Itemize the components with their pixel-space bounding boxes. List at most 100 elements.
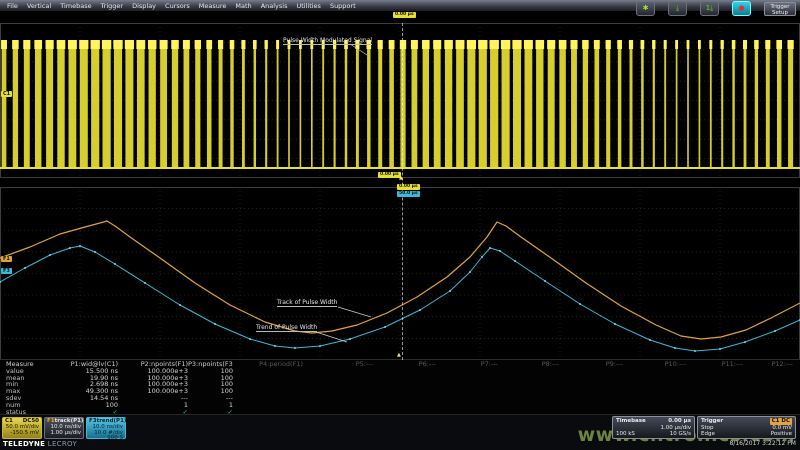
track-trend-grid[interactable] xyxy=(0,187,800,360)
measure-num-p1: 100 xyxy=(48,402,118,409)
divider-badge-cyan[interactable]: 50.0 μs xyxy=(397,191,420,197)
measure-row-label-min: min xyxy=(6,381,48,388)
f1-hdiv: 1.00 μs/div xyxy=(47,431,81,437)
measure-mean-p3: 100 xyxy=(188,375,233,382)
f3-descriptor-box[interactable]: F3 trend(P1) 10.0 ns/div 10.0 #/div 100 … xyxy=(86,417,126,439)
measure-mean-p11 xyxy=(686,375,743,382)
menu-item-measure[interactable]: Measure xyxy=(199,2,227,10)
measure-num-p6 xyxy=(373,402,436,409)
measure-row-label-sdev: sdev xyxy=(6,395,48,402)
measure-max-p8 xyxy=(498,388,559,395)
track-trend-plot[interactable] xyxy=(0,187,800,360)
measure-sdev-p1: 14.54 ns xyxy=(48,395,118,402)
measure-col-header-p4[interactable]: P4:period(F1) xyxy=(233,361,303,368)
record-icon[interactable]: ● xyxy=(732,1,751,16)
pwm-grid[interactable] xyxy=(0,23,800,178)
f1-channel-marker[interactable]: F1 xyxy=(1,256,12,262)
measure-num-p5 xyxy=(303,402,373,409)
menu-item-support[interactable]: Support xyxy=(330,2,356,10)
measure-num-p4 xyxy=(233,402,303,409)
measure-max-p1: 49.300 ns xyxy=(48,388,118,395)
track-annotation: Track of Pulse Width xyxy=(277,299,337,307)
status-bar: C1 DC50 50.0 mV/div -150.5 mV F1 track(P… xyxy=(0,414,800,450)
trigger-type: Edge xyxy=(701,431,715,438)
measure-value-p9 xyxy=(559,368,623,375)
menu-item-utilities[interactable]: Utilities xyxy=(296,2,320,10)
measure-col-header-p9[interactable]: P9:--- xyxy=(559,361,623,368)
divider-badge-yellow[interactable]: 0.00 μs xyxy=(378,172,401,178)
measure-sdev-p6 xyxy=(373,395,436,402)
f3-samples: 100 S xyxy=(89,436,123,442)
trigger-marker-bottom-icon: ▲ xyxy=(397,353,401,358)
menu-item-cursors[interactable]: Cursors xyxy=(165,2,190,10)
measure-col-header-p8[interactable]: P8:--- xyxy=(498,361,559,368)
menu-item-file[interactable]: File xyxy=(7,2,18,10)
measure-col-header-p2[interactable]: P2:npoints(F1) xyxy=(118,361,188,368)
menu-item-analysis[interactable]: Analysis xyxy=(261,2,288,10)
measure-col-header-p11[interactable]: P11:--- xyxy=(686,361,743,368)
measure-max-p3: 100 xyxy=(188,388,233,395)
measure-sdev-p9 xyxy=(559,395,623,402)
measure-col-header-p5[interactable]: P5:--- xyxy=(303,361,373,368)
measure-min-p12 xyxy=(743,381,793,388)
measure-sdev-p10 xyxy=(623,395,686,402)
measure-max-p7 xyxy=(436,388,498,395)
menu-item-math[interactable]: Math xyxy=(235,2,251,10)
measure-sdev-p11 xyxy=(686,395,743,402)
measure-col-header-p12[interactable]: P12:--- xyxy=(743,361,793,368)
measure-sdev-p8 xyxy=(498,395,559,402)
trigger-mode: Stop xyxy=(701,425,714,432)
menu-item-trigger[interactable]: Trigger xyxy=(101,2,123,10)
c1-channel-marker[interactable]: C1 xyxy=(1,91,12,97)
measure-row-label-value: value xyxy=(6,368,48,375)
f3-channel-marker[interactable]: F3 xyxy=(1,268,12,274)
measure-min-p4 xyxy=(233,381,303,388)
measure-mean-p2: 100.000e+3 xyxy=(118,375,188,382)
menu-item-display[interactable]: Display xyxy=(132,2,156,10)
measure-sdev-p12 xyxy=(743,395,793,402)
measure-min-p11 xyxy=(686,381,743,388)
measure-min-p1: 2.698 ns xyxy=(48,381,118,388)
save-waveform-icon[interactable]: ⤓ xyxy=(668,1,687,16)
pwm-plot[interactable] xyxy=(0,23,800,178)
trigger-box[interactable]: Trigger C1 DC Stop 0.0 mV Edge Positive xyxy=(697,416,796,439)
trigger-time-badge[interactable]: 0.00 μs xyxy=(393,12,416,18)
measure-col-header-p7[interactable]: P7:--- xyxy=(436,361,498,368)
trend-annotation: Trend of Pulse Width xyxy=(256,324,317,332)
measure-value-p12 xyxy=(743,368,793,375)
timebase-samples: 100 kS xyxy=(616,431,635,438)
measure-value-p8 xyxy=(498,368,559,375)
timebase-samplerate: 10 GS/s xyxy=(670,431,691,438)
menu-item-vertical[interactable]: Vertical xyxy=(27,2,51,10)
timebase-box[interactable]: Timebase 0.00 μs 1.00 μs/div 100 kS 10 G… xyxy=(612,416,695,439)
label-icon[interactable]: ✱ xyxy=(636,1,655,16)
measure-col-header-p3[interactable]: P3:npoints(F3) xyxy=(188,361,233,368)
measure-num-p3: 1 xyxy=(188,402,233,409)
trigger-marker-icon[interactable]: ▲ xyxy=(399,176,403,181)
c1-descriptor-box[interactable]: C1 DC50 50.0 mV/div -150.5 mV xyxy=(2,417,42,439)
measure-row-label-max: max xyxy=(6,388,48,395)
toolbar: ✱ ⤓ 1⤓ ● Trigger Setup xyxy=(636,1,796,16)
measure-col-header-p6[interactable]: P6:--- xyxy=(373,361,436,368)
measure-min-p8 xyxy=(498,381,559,388)
measure-value-p7 xyxy=(436,368,498,375)
measure-value-p5 xyxy=(303,368,373,375)
menu-item-timebase[interactable]: Timebase xyxy=(60,2,91,10)
measure-sdev-p7 xyxy=(436,395,498,402)
measure-value-p1: 15.500 ns xyxy=(48,368,118,375)
brand-logo: TELEDYNE LECROY xyxy=(3,440,77,448)
recall-waveform-icon[interactable]: 1⤓ xyxy=(700,1,719,16)
f1-descriptor-box[interactable]: F1 track(P1) 10.0 ns/div 1.00 μs/div xyxy=(44,417,84,439)
measure-col-header-p1[interactable]: P1:wid@lv(C1) xyxy=(48,361,118,368)
measure-max-p2: 100.000e+3 xyxy=(118,388,188,395)
measure-max-p5 xyxy=(303,388,373,395)
measure-col-header-p10[interactable]: P10:--- xyxy=(623,361,686,368)
measure-mean-p7 xyxy=(436,375,498,382)
divider-badge-yellow-2[interactable]: 0.00 μs xyxy=(397,184,420,190)
measure-value-p2: 100.000e+3 xyxy=(118,368,188,375)
measure-max-p9 xyxy=(559,388,623,395)
trigger-setup-button[interactable]: Trigger Setup xyxy=(764,2,796,16)
measure-min-p5 xyxy=(303,381,373,388)
measure-row-label-num: num xyxy=(6,402,48,409)
measure-min-p2: 100.000e+3 xyxy=(118,381,188,388)
